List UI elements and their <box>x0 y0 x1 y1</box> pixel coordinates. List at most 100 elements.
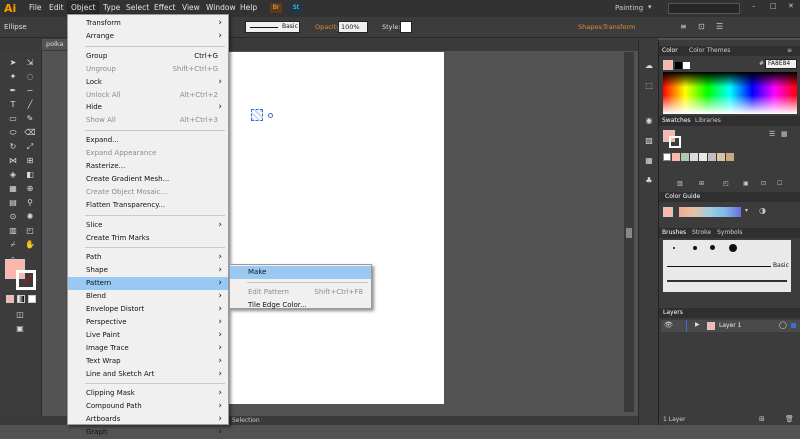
eye-icon[interactable]: 👁 <box>664 321 673 329</box>
menu-item-edit-pattern[interactable]: Edit Pattern Shift+Ctrl+F8 <box>230 286 371 299</box>
panel-menu-icon[interactable]: ☰ <box>716 22 723 31</box>
mesh-tool-icon[interactable]: ⊕ <box>24 183 36 195</box>
selected-ellipse-object[interactable] <box>251 109 263 121</box>
gradient-tool-icon[interactable]: ▤ <box>7 197 19 209</box>
menu-item-slice[interactable]: Slice › <box>68 219 228 232</box>
direct-selection-tool-icon[interactable]: ⇲ <box>24 57 36 69</box>
menu-item-blend[interactable]: Blend › <box>68 290 228 303</box>
white-swatch[interactable] <box>683 62 690 69</box>
new-layer-icon[interactable]: ⊞ <box>759 415 765 423</box>
tab-brushes[interactable]: Brushes <box>662 229 686 236</box>
screen-mode-icon[interactable]: ▣ <box>14 323 26 335</box>
symbols-icon[interactable]: ♣ <box>643 175 655 187</box>
menu-item-envelope-distort[interactable]: Envelope Distort › <box>68 303 228 316</box>
menu-item-transform[interactable]: Transform › <box>68 17 228 30</box>
tab-swatches[interactable]: Swatches <box>662 117 691 124</box>
menu-item-create-gradient-mesh[interactable]: Create Gradient Mesh... <box>68 173 228 186</box>
menu-item-shape[interactable]: Shape › <box>68 264 228 277</box>
curvature-tool-icon[interactable]: ∽ <box>24 85 36 97</box>
menu-item-create-trim-marks[interactable]: Create Trim Marks <box>68 232 228 245</box>
close-icon[interactable]: ✕ <box>788 2 794 10</box>
guide-base-color[interactable] <box>663 207 673 217</box>
menu-item-perspective[interactable]: Perspective › <box>68 316 228 329</box>
perspective-grid-icon[interactable]: ▦ <box>7 183 19 195</box>
rectangle-tool-icon[interactable]: ▭ <box>7 113 19 125</box>
menu-item-graph[interactable]: Graph › <box>68 426 228 439</box>
free-transform-icon[interactable]: ⊞ <box>24 155 36 167</box>
menu-item-text-wrap[interactable]: Text Wrap › <box>68 355 228 368</box>
menu-effect[interactable]: Effect <box>154 3 176 12</box>
harmony-rules-strip[interactable] <box>679 207 741 217</box>
tab-color[interactable]: Color <box>662 47 678 54</box>
line-tool-icon[interactable]: ╱ <box>24 99 36 111</box>
save-color-group-icon[interactable]: ◑ <box>759 206 766 215</box>
hex-input[interactable]: FA8E84 <box>765 59 797 69</box>
tab-stroke[interactable]: Stroke <box>692 229 711 236</box>
eraser-icon[interactable]: ⌫ <box>24 127 36 139</box>
vertical-scrollbar[interactable] <box>624 52 634 412</box>
gradient-mode-button[interactable] <box>17 295 25 303</box>
libraries-icon[interactable]: ☁ <box>643 60 655 72</box>
list-view-icon[interactable]: ☰ <box>769 130 775 138</box>
selection-tool-icon[interactable]: ➤ <box>7 57 19 69</box>
layer-name[interactable]: Layer 1 <box>719 322 741 329</box>
menu-item-ungroup[interactable]: Ungroup Shift+Ctrl+G <box>68 63 228 76</box>
blob-brush-icon[interactable]: ⬭ <box>7 127 19 139</box>
menu-item-make[interactable]: Make <box>230 266 371 279</box>
transform-label[interactable]: Transform <box>603 23 635 31</box>
shape-builder-icon[interactable]: ◈ <box>7 169 19 181</box>
magic-wand-icon[interactable]: ✦ <box>7 71 19 83</box>
target-icon[interactable]: ◯ <box>779 321 787 329</box>
color-spectrum[interactable] <box>663 72 797 114</box>
rotate-tool-icon[interactable]: ↻ <box>7 141 19 153</box>
search-input[interactable] <box>668 3 740 14</box>
width-tool-icon[interactable]: ⋈ <box>7 155 19 167</box>
menu-item-expand[interactable]: Expand... <box>68 134 228 147</box>
swatches-stroke-swatch[interactable] <box>669 136 681 148</box>
hand-tool-icon[interactable]: ✋ <box>24 239 36 251</box>
paintbrush-icon[interactable]: ✎ <box>24 113 36 125</box>
shapes-label[interactable]: Shapes: <box>578 23 604 31</box>
graphic-styles-icon[interactable]: ▧ <box>643 135 655 147</box>
blend-tool-icon[interactable]: ⊙ <box>7 211 19 223</box>
tab-color-themes[interactable]: Color Themes <box>689 47 730 54</box>
type-tool-icon[interactable]: T <box>7 99 19 111</box>
menu-item-path[interactable]: Path › <box>68 251 228 264</box>
menu-type[interactable]: Type <box>103 3 120 12</box>
menu-item-create-object-mosaic[interactable]: Create Object Mosaic... <box>68 186 228 199</box>
minimize-icon[interactable]: – <box>752 2 756 10</box>
black-swatch[interactable] <box>675 62 682 69</box>
eyedropper-icon[interactable]: ⚲ <box>24 197 36 209</box>
menu-item-arrange[interactable]: Arrange › <box>68 30 228 43</box>
menu-item-image-trace[interactable]: Image Trace › <box>68 342 228 355</box>
menu-object[interactable]: Object <box>67 1 100 14</box>
menu-view[interactable]: View <box>182 3 200 12</box>
workspace-switcher[interactable]: Painting <box>615 4 643 12</box>
delete-layer-icon[interactable]: 🗑 <box>785 415 794 423</box>
tab-libraries[interactable]: Libraries <box>695 117 721 124</box>
swatches-footer-icons[interactable]: ▥ ⊞ ◰ ▣ ⊡ ☐ <box>663 180 795 188</box>
opacity-field[interactable]: 100% <box>338 21 368 33</box>
menu-select[interactable]: Select <box>126 3 149 12</box>
menu-file[interactable]: File <box>29 3 42 12</box>
none-mode-button[interactable] <box>28 295 36 303</box>
scrollbar-thumb[interactable] <box>626 228 632 238</box>
stock-icon[interactable]: St <box>290 3 302 13</box>
menu-window[interactable]: Window <box>206 3 236 12</box>
swatches-icon[interactable]: ▦ <box>643 155 655 167</box>
artboard-tool-icon[interactable]: ◰ <box>24 225 36 237</box>
isolate-icon[interactable]: ⊡ <box>698 22 705 31</box>
graph-tool-icon[interactable]: ▥ <box>7 225 19 237</box>
color-mode-button[interactable] <box>6 295 14 303</box>
menu-item-compound-path[interactable]: Compound Path › <box>68 400 228 413</box>
slice-tool-icon[interactable]: ⌿ <box>7 239 19 251</box>
maximize-icon[interactable]: □ <box>770 2 777 10</box>
menu-item-line-and-sketch-art[interactable]: Line and Sketch Art › <box>68 368 228 381</box>
tab-symbols[interactable]: Symbols <box>717 229 742 236</box>
pen-tool-icon[interactable]: ✒ <box>7 85 19 97</box>
grid-view-icon[interactable]: ▦ <box>781 130 788 138</box>
menu-item-expand-appearance[interactable]: Expand Appearance <box>68 147 228 160</box>
lasso-icon[interactable]: ◌ <box>24 71 36 83</box>
menu-edit[interactable]: Edit <box>49 3 64 12</box>
tab-color-guide[interactable]: Color Guide <box>665 193 700 200</box>
